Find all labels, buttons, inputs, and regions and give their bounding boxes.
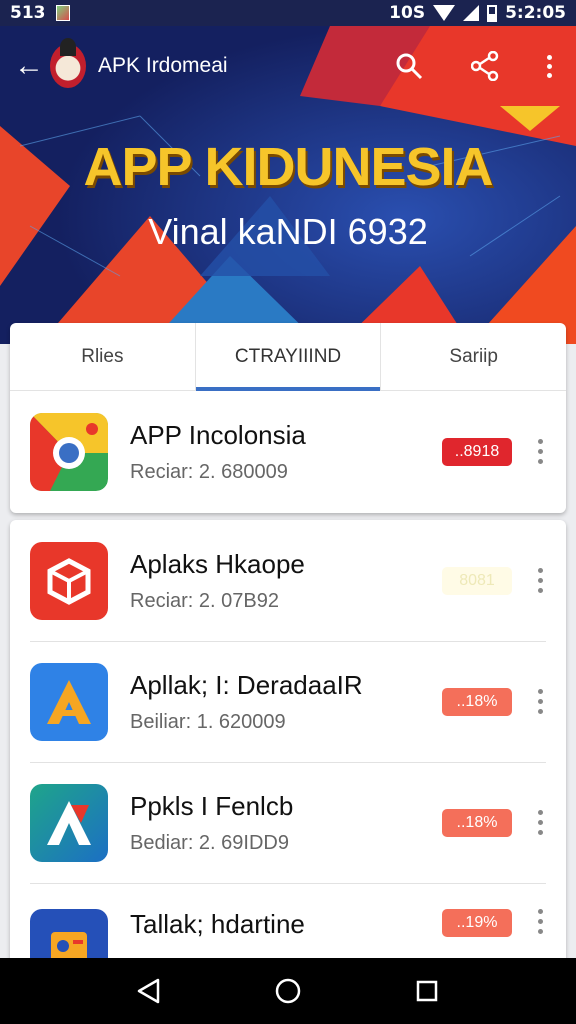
app-name: Ppkls I Fenlcb [130, 790, 294, 821]
app-name: APP Incolonsia [130, 419, 306, 450]
app-name: Aplaks Hkaope [130, 548, 305, 579]
app-version: Reciar: 2. 680009 [130, 460, 288, 483]
nav-home-icon[interactable] [268, 971, 308, 1011]
status-clock: 5:2:05 [505, 3, 566, 23]
hero-subtitle: Vinal kaNDI 6932 [148, 211, 428, 252]
app-title: APK Irdomeai [98, 54, 228, 77]
system-nav-bar [0, 958, 576, 1024]
status-bar: 513 10S 5:2:05 [0, 0, 576, 26]
tab-trending[interactable]: CTRAYIIIND [194, 323, 381, 391]
letter-a-icon [30, 662, 108, 741]
status-time: 513 [10, 3, 46, 23]
app-logo [50, 38, 86, 88]
nav-back-icon[interactable] [129, 971, 169, 1011]
tab-label: Sariip [449, 345, 498, 367]
rating-badge[interactable]: ..19% [442, 909, 512, 937]
more-vert-icon[interactable] [547, 54, 552, 78]
app-list-item[interactable]: Apllak; I: DeradaaIR Beiliar: 1. 620009 … [10, 641, 566, 762]
app-name: Apllak; I: DeradaaIR [130, 669, 363, 700]
share-icon[interactable] [471, 51, 499, 81]
hero-title: APP KIDUNESIA [83, 137, 493, 197]
app-name: Tallak; hdartine [130, 909, 305, 939]
letter-a-red-icon [30, 783, 108, 862]
nav-recents-icon[interactable] [407, 971, 447, 1011]
rating-badge[interactable]: 8081 [442, 566, 512, 595]
featured-card: Rlies CTRAYIIIND Sariip APP Incolonsia R… [10, 323, 566, 513]
rating-badge[interactable]: ..18% [442, 687, 512, 716]
app-list-item[interactable]: Ppkls I Fenlcb Bediar: 2. 69IDD9 ..18% [10, 762, 566, 883]
app-list-item[interactable]: Aplaks Hkaope Reciar: 2. 07B92 8081 [10, 520, 566, 641]
image-icon [55, 5, 70, 21]
app-bar: ← APK Irdomeai [0, 26, 576, 106]
wifi-icon [433, 5, 456, 21]
app-list-card: Aplaks Hkaope Reciar: 2. 07B92 8081 Apll… [10, 520, 566, 987]
app-version: Reciar: 2. 07B92 [130, 589, 279, 612]
back-icon[interactable]: ← [14, 49, 50, 83]
app-version: Beiliar: 1. 620009 [130, 710, 286, 733]
app-list-item[interactable]: APP Incolonsia Reciar: 2. 680009 ..8918 [10, 391, 566, 512]
tab-label: CTRAYIIIND [234, 345, 342, 367]
hero-banner: ← APK Irdomeai APP KIDUNESIA Vinal kaNDI… [0, 26, 576, 344]
more-vert-icon[interactable] [534, 568, 546, 593]
tab-bar: Rlies CTRAYIIIND Sariip [10, 323, 566, 391]
tab-sariip[interactable]: Sariip [380, 323, 566, 390]
rating-badge[interactable]: ..8918 [442, 437, 512, 466]
status-text: 10S [389, 3, 426, 23]
more-vert-icon[interactable] [534, 810, 546, 835]
signal-icon [463, 5, 480, 21]
more-vert-icon[interactable] [534, 909, 546, 934]
rating-badge[interactable]: ..18% [442, 808, 512, 837]
battery-icon [487, 4, 498, 22]
tab-label: Rlies [81, 345, 124, 367]
more-vert-icon[interactable] [534, 689, 546, 714]
tab-rlies[interactable]: Rlies [10, 323, 195, 390]
search-icon[interactable] [395, 52, 423, 80]
more-vert-icon[interactable] [534, 439, 546, 464]
cube-icon [30, 541, 108, 620]
chrome-style-icon [30, 412, 108, 491]
app-version: Bediar: 2. 69IDD9 [130, 831, 289, 854]
